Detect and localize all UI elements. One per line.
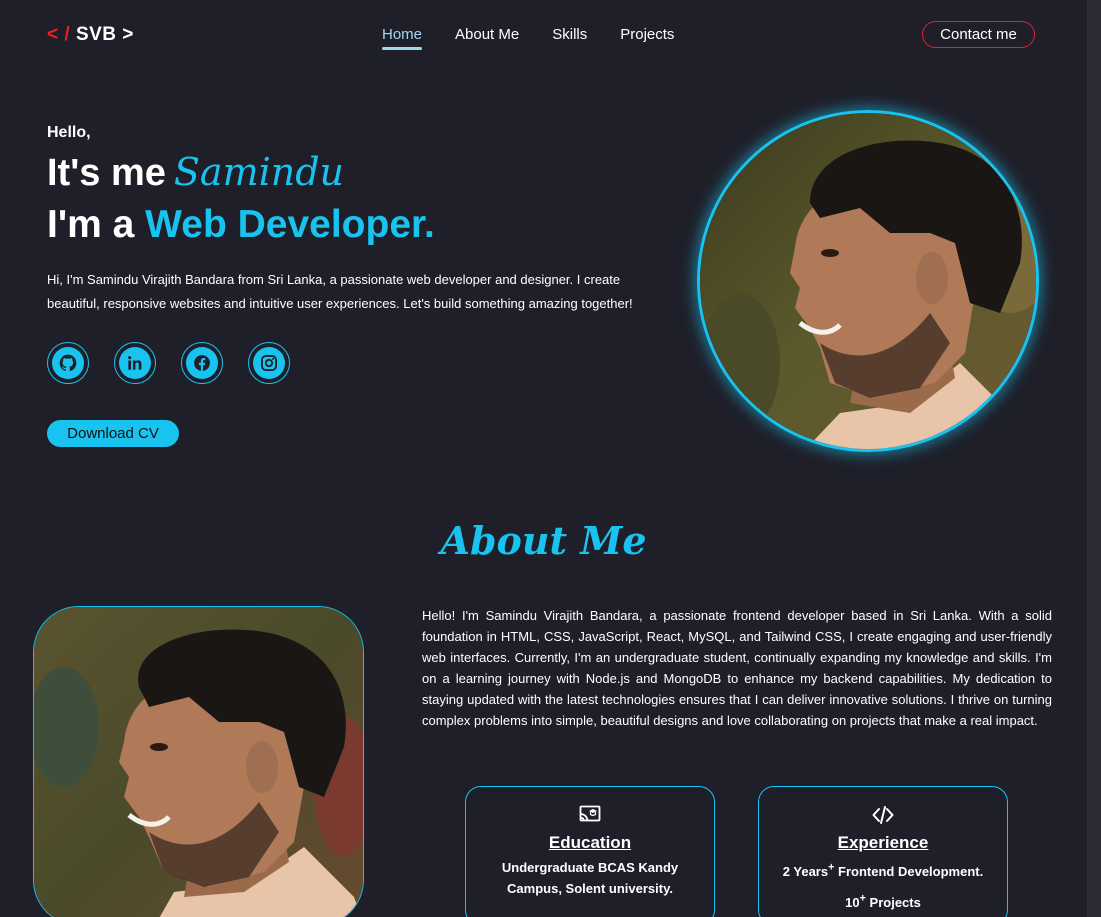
experience-title: Experience	[837, 833, 929, 852]
facebook-icon	[186, 347, 218, 379]
page-scrollbar[interactable]	[1087, 0, 1101, 917]
hero-role: Web Developer.	[145, 203, 435, 246]
education-text: Undergraduate BCAS Kandy Campus, Solent …	[501, 860, 679, 896]
instagram-icon	[253, 347, 285, 379]
education-title: Education	[548, 833, 632, 852]
hero-profile-photo	[697, 110, 1039, 452]
main-nav: Home About Me Skills Projects	[382, 26, 674, 50]
nav-link-skills[interactable]: Skills	[552, 26, 587, 49]
linkedin-link[interactable]	[114, 342, 156, 384]
hero-intro: Hi, I'm Samindu Virajith Bandara from Sr…	[47, 268, 667, 316]
hero-heading-role: I'm a Web Developer.	[47, 203, 435, 247]
logo-bracket: < /	[47, 24, 71, 45]
github-link[interactable]	[47, 342, 89, 384]
hero-intro-line: Hi, I'm Samindu Virajith Bandara from Sr…	[47, 272, 621, 287]
scrollbar-thumb[interactable]	[1090, 0, 1098, 917]
experience-years: 2 Years	[782, 864, 829, 880]
linkedin-icon	[119, 347, 151, 379]
experience-projects-label: Projects	[865, 894, 921, 910]
instagram-link[interactable]	[248, 342, 290, 384]
about-description: Hello! I'm Samindu Virajith Bandara, a p…	[422, 608, 1052, 728]
hero-im-a: I'm a	[47, 203, 135, 246]
about-section-title: About Me	[440, 518, 647, 563]
github-icon	[52, 347, 84, 379]
experience-years-label: Frontend Development.	[834, 864, 984, 880]
contact-button[interactable]: Contact me	[922, 21, 1035, 48]
nav-link-home[interactable]: Home	[382, 26, 423, 50]
hero-intro-line: beautiful, responsive websites and intui…	[47, 296, 633, 311]
experience-card: Experience 2 Years+ Frontend Development…	[758, 786, 1008, 917]
code-icon	[872, 806, 894, 824]
experience-line: 2 Years+ Frontend Development.	[782, 862, 984, 880]
hero-greeting: Hello,	[47, 124, 91, 141]
experience-projects: 10	[845, 894, 860, 910]
site-logo[interactable]: < / SVB >	[47, 24, 134, 46]
hero-name: Samindu	[173, 150, 345, 194]
about-profile-photo	[33, 606, 364, 917]
education-card: Education Undergraduate BCAS Kandy Campu…	[465, 786, 715, 917]
nav-link-about[interactable]: About Me	[455, 26, 519, 49]
logo-text: SVB >	[75, 24, 134, 45]
hero-its-me: It's me	[47, 152, 166, 194]
education-icon	[579, 805, 601, 822]
download-cv-button[interactable]: Download CV	[47, 420, 179, 447]
experience-text: 2 Years+ Frontend Development. 10+ Proje…	[759, 855, 1007, 916]
social-links	[47, 342, 290, 384]
facebook-link[interactable]	[181, 342, 223, 384]
experience-line: 10+ Projects	[845, 892, 921, 910]
nav-link-projects[interactable]: Projects	[620, 26, 674, 49]
hero-heading-name: It's me Samindu	[47, 150, 344, 195]
